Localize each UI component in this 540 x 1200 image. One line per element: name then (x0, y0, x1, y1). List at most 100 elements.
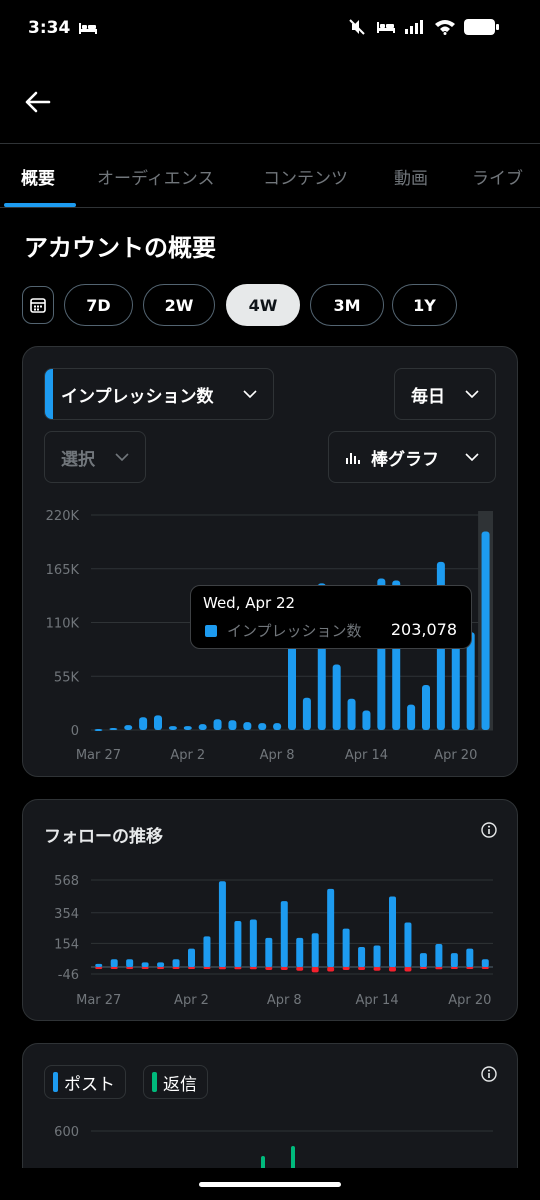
loss-bar (265, 966, 273, 971)
gain-bar (404, 922, 412, 967)
sleep-bed-icon (78, 20, 98, 40)
y-tick-label: 354 (54, 907, 79, 922)
sleep-mode-icon (376, 19, 396, 39)
x-tick-label: Apr 8 (260, 748, 295, 763)
loss-bar (234, 966, 242, 970)
y-tick-label: 165K (46, 563, 80, 578)
chart-bar (139, 717, 148, 730)
signal-icon (404, 19, 426, 39)
period-3m-button[interactable]: 3M (310, 284, 384, 326)
gain-bar (327, 888, 335, 967)
chart-bar (228, 720, 237, 730)
period-2w-button[interactable]: 2W (143, 284, 215, 326)
chart-bar (154, 715, 162, 730)
calendar-button[interactable] (22, 286, 54, 324)
loss-bar (157, 966, 165, 969)
tooltip-series-name: インプレッション数 (227, 622, 362, 640)
wifi-icon (434, 19, 456, 39)
x-tick-label: Apr 2 (170, 748, 205, 763)
loss-bar (126, 966, 134, 969)
tooltip-swatch (205, 625, 217, 637)
gain-bar (141, 962, 149, 967)
chart-bar (213, 719, 222, 730)
chart-bar (273, 723, 282, 730)
period-7d-button[interactable]: 7D (64, 284, 133, 326)
y-tick-label: -46 (58, 968, 79, 983)
y-tick-label: 600 (54, 1125, 79, 1140)
tab-audience[interactable]: オーディエンス (97, 164, 214, 189)
loss-bar (373, 966, 381, 971)
gain-bar (280, 901, 288, 967)
period-1y-button[interactable]: 1Y (392, 284, 457, 326)
followers-chart: 568 354 154 -46 Mar 27 Apr 2 Apr 8 Apr 14 Apr 20 (54, 874, 493, 1008)
loss-bar (327, 966, 335, 972)
x-tick-label: Apr 20 (434, 748, 477, 763)
loss-bar (358, 966, 366, 971)
tooltip-value: 203,078 (390, 620, 457, 639)
tab-bar: 概要 オーディエンス コンテンツ 動画 ライブ (0, 144, 540, 208)
loss-bar (172, 966, 180, 969)
followers-card: フォローの推移 568 354 154 -46 Mar 27 Apr 2 Apr 8 Apr … (22, 799, 518, 1021)
gain-bar (218, 881, 226, 967)
gain-bar (389, 896, 396, 967)
status-bar: 3:34 (0, 0, 540, 60)
gain-bar (188, 948, 195, 967)
loss-bar (203, 966, 211, 969)
y-tick-label: 220K (46, 509, 80, 524)
home-indicator (199, 1182, 341, 1187)
tab-content[interactable]: コンテンツ (263, 164, 348, 189)
x-tick-label: Apr 2 (174, 993, 209, 1008)
gain-bar (203, 936, 211, 967)
chart-bar (94, 729, 103, 732)
loss-bar (419, 966, 427, 969)
gain-bar (481, 959, 489, 967)
gain-bar (296, 937, 304, 967)
gain-bar (110, 959, 118, 967)
loss-bar (389, 966, 396, 972)
loss-bar (404, 966, 412, 972)
gain-bar (342, 928, 350, 967)
back-arrow-icon (25, 91, 51, 113)
loss-bar (342, 966, 350, 971)
header (0, 60, 540, 144)
tab-video[interactable]: 動画 (394, 164, 428, 189)
x-tick-label: Apr 20 (448, 993, 491, 1008)
chart-bar (183, 726, 192, 730)
tab-live[interactable]: ライブ (472, 164, 523, 189)
mute-icon (348, 18, 368, 40)
gain-bar (311, 933, 319, 967)
impressions-card: インプレッション数 毎日 選択 棒グラフ 220K 165K 110K 55K 0 Mar… (22, 346, 518, 777)
impressions-chart: 220K 165K 110K 55K 0 Mar 27 Apr 2 Apr 8 Apr 14 Ap… (46, 509, 493, 763)
x-tick-label: Apr 14 (345, 748, 388, 763)
chart-bar (198, 724, 207, 730)
tooltip-date: Wed, Apr 22 (203, 594, 296, 612)
loss-bar (110, 966, 118, 969)
gain-bar (234, 921, 242, 967)
x-tick-label: Apr 8 (267, 993, 302, 1008)
y-tick-label: 0 (71, 724, 79, 739)
loss-bar (218, 966, 226, 970)
loss-bar (280, 966, 288, 971)
loss-bar (296, 966, 304, 971)
gain-bar (172, 959, 180, 967)
period-4w-button[interactable]: 4W (226, 284, 300, 326)
page-title: アカウントの概要 (24, 234, 216, 262)
chart-bar (362, 710, 371, 730)
back-button[interactable] (20, 84, 56, 120)
gain-bar (373, 945, 381, 967)
x-tick-label: Mar 27 (76, 993, 121, 1008)
loss-bar (450, 966, 458, 969)
tab-active-indicator (4, 203, 76, 207)
loss-bar (95, 966, 103, 969)
tab-overview[interactable]: 概要 (21, 164, 55, 189)
chart-bar (124, 725, 133, 730)
gain-bar (358, 947, 366, 967)
gain-bar (95, 963, 103, 967)
x-tick-label: Mar 27 (76, 748, 121, 763)
y-tick-label: 110K (46, 617, 80, 632)
gain-bar (450, 953, 458, 967)
y-tick-label: 55K (54, 670, 80, 685)
gain-bar (435, 943, 443, 967)
chart-bar (258, 723, 267, 730)
chart-bar (168, 726, 177, 730)
